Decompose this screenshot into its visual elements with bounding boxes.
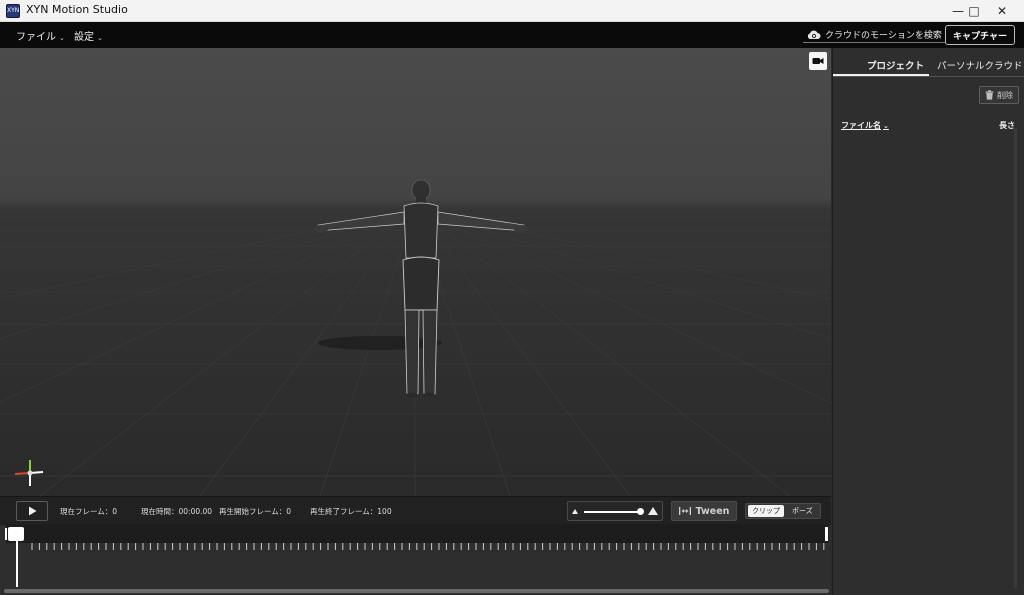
file-menu[interactable]: ファイル ⌄ [16, 28, 65, 43]
cloud-search-label: クラウドのモーションを検索 [825, 31, 942, 41]
project-panel: プロジェクト パーソナルクラウド 削除 ファイル名 ⌄ 長さ [832, 48, 1024, 595]
end-frame-readout: 再生終了フレーム：100 [310, 507, 392, 516]
length-column-header[interactable]: 長さ [999, 120, 1015, 131]
panel-scrollbar[interactable] [1014, 128, 1017, 588]
cloud-search-icon [807, 30, 821, 39]
slider-knob[interactable] [637, 508, 644, 515]
playhead-cursor[interactable] [16, 541, 18, 587]
clip-mode-option[interactable]: クリップ [748, 505, 784, 517]
maximize-icon: □ [968, 4, 980, 18]
timeline-scrollbar[interactable] [4, 589, 829, 593]
close-icon: ✕ [996, 4, 1008, 18]
playback-bar: 現在フレーム：0 現在時間：00:00.00 再生開始フレーム：0 再生終了フレ… [0, 496, 831, 524]
clip-pose-toggle: クリップ ポーズ [745, 503, 821, 519]
delete-button[interactable]: 削除 [979, 86, 1019, 104]
play-button[interactable] [16, 501, 48, 521]
current-frame-readout: 現在フレーム：0 [60, 507, 118, 516]
scene-canvas [0, 179, 831, 496]
tween-icon [678, 507, 691, 515]
speed-slider[interactable] [567, 501, 663, 521]
start-frame-readout: 再生開始フレーム：0 [219, 507, 292, 516]
settings-menu-label: 設定 [74, 32, 94, 43]
filename-column-header[interactable]: ファイル名 ⌄ [841, 120, 889, 131]
tween-button[interactable]: Tween [671, 501, 737, 521]
window-title: XYN Motion Studio [26, 3, 128, 16]
cloud-motion-search[interactable]: クラウドのモーションを検索 [803, 27, 946, 43]
chevron-down-icon: ⌄ [883, 122, 889, 130]
frame-ticks [31, 543, 825, 550]
mannequin-character [314, 179, 528, 398]
filename-header-label: ファイル名 [841, 121, 881, 130]
speed-up-icon [648, 507, 658, 515]
tab-project[interactable]: プロジェクト [867, 58, 924, 72]
tab-divider [833, 76, 1024, 77]
chevron-down-icon: ⌄ [59, 34, 65, 42]
slider-track [584, 511, 640, 513]
close-button[interactable]: ✕ [980, 0, 1024, 22]
camera-toggle-button[interactable] [809, 52, 827, 70]
file-menu-label: ファイル [16, 32, 56, 43]
settings-menu[interactable]: 設定 ⌄ [74, 28, 103, 43]
3d-viewport[interactable] [0, 48, 831, 496]
delete-label: 削除 [997, 90, 1013, 100]
app-logo-icon: XYN [6, 4, 20, 18]
timeline[interactable] [0, 524, 831, 595]
pose-mode-option[interactable]: ポーズ [788, 505, 817, 517]
chevron-down-icon: ⌄ [97, 34, 103, 42]
capture-button[interactable]: キャプチャー [945, 25, 1015, 45]
play-icon [28, 506, 36, 516]
tween-label: Tween [695, 505, 730, 517]
current-time-readout: 現在時間：00:00.00 [141, 507, 213, 516]
speed-down-icon [572, 509, 578, 514]
tab-personal-cloud[interactable]: パーソナルクラウド [937, 58, 1023, 72]
menu-bar: ファイル ⌄ 設定 ⌄ クラウドのモーションを検索 キャプチャー [0, 22, 1024, 48]
axis-gizmo [14, 460, 44, 486]
trash-icon [985, 90, 994, 100]
window-title-bar: XYN XYN Motion Studio — □ ✕ [0, 0, 1024, 22]
video-camera-icon [812, 58, 824, 64]
